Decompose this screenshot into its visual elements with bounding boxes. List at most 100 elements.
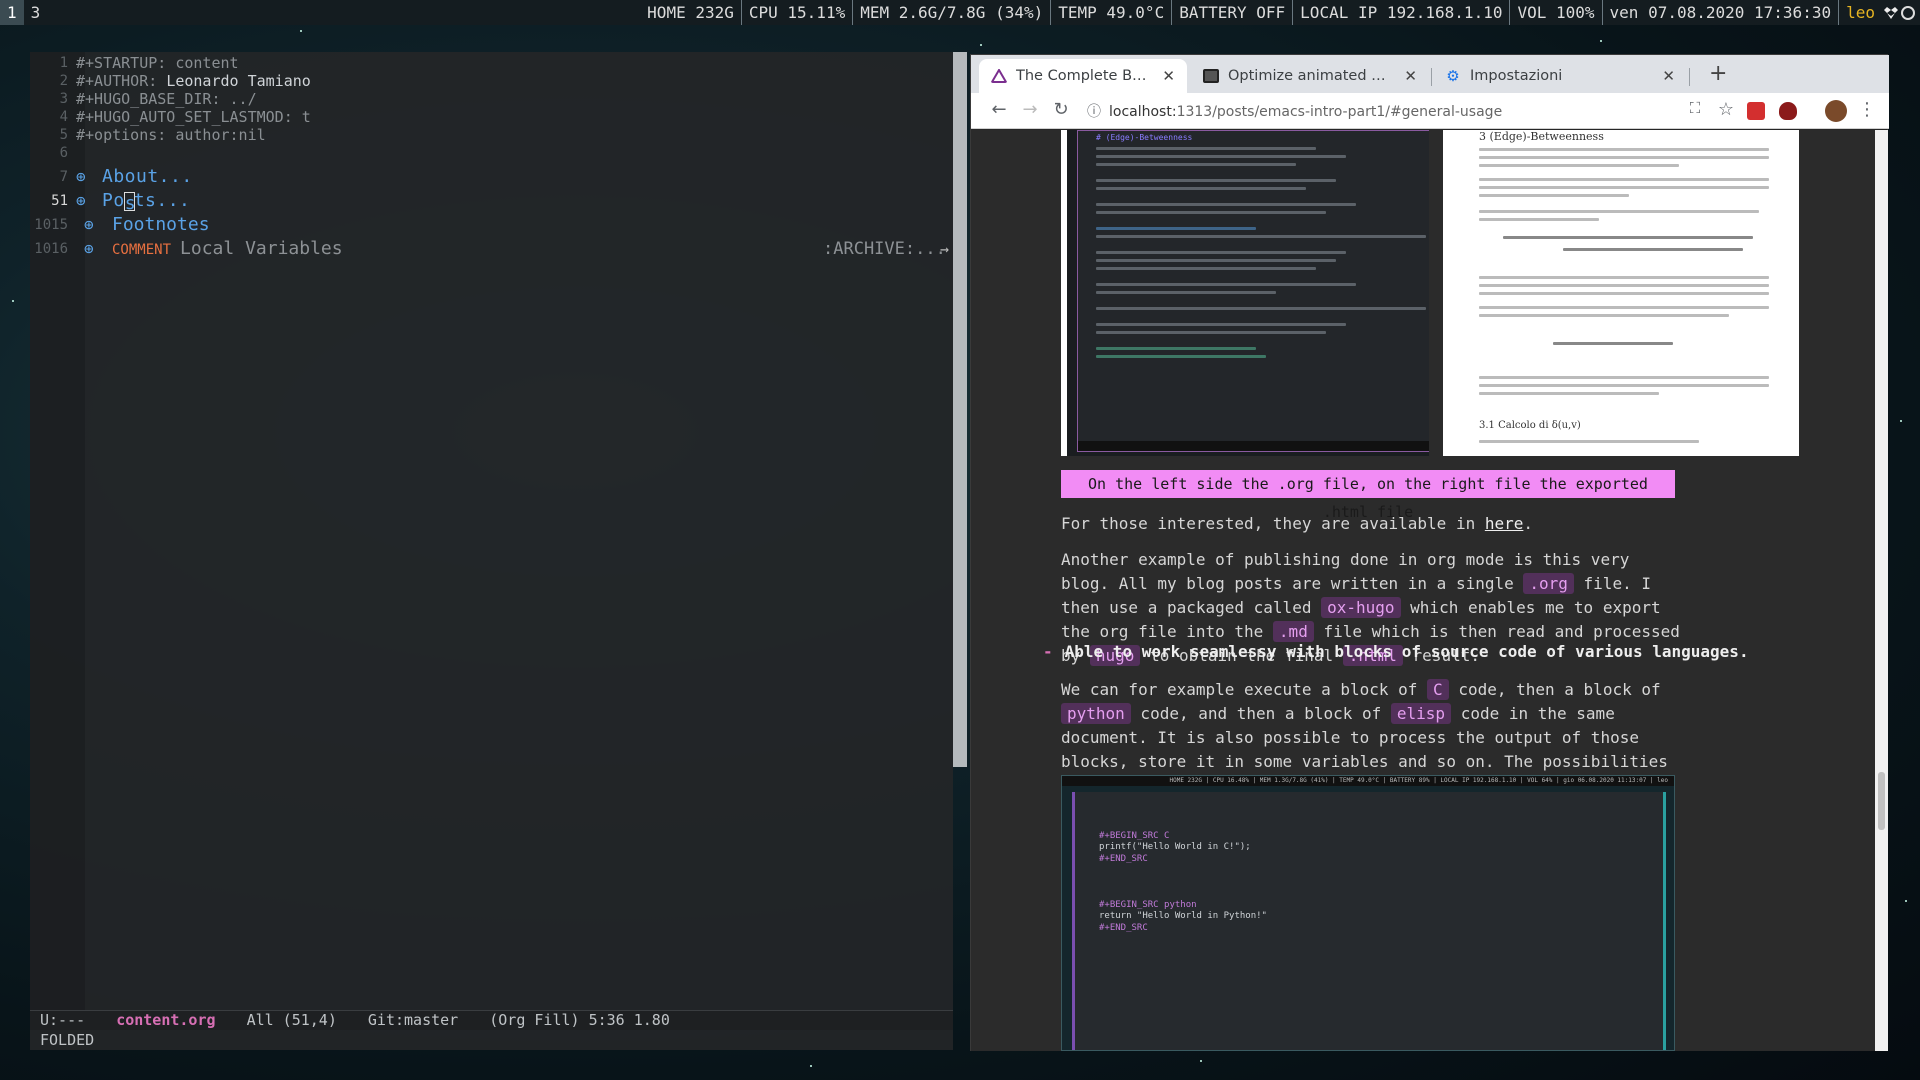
triangle-icon — [991, 69, 1007, 83]
org-keyword: #+AUTHOR: — [76, 72, 158, 90]
buffer-name[interactable]: content.org — [116, 1011, 215, 1029]
username: leo — [1838, 0, 1882, 25]
archive-tag: :ARCHIVE:... — [823, 239, 946, 259]
cpu-stat: CPU 15.11% — [740, 0, 852, 25]
git-branch[interactable]: Git:master — [368, 1011, 458, 1029]
line-number: 5 — [59, 127, 68, 143]
inline-code: elisp — [1390, 703, 1452, 724]
comment-keyword: COMMENT — [112, 242, 172, 258]
code-line: #+BEGIN_SRC python — [1099, 899, 1197, 910]
menu-icon[interactable]: ⋮ — [1856, 99, 1878, 120]
org-keyword: #+HUGO_AUTO_SET_LASTMOD: — [76, 108, 293, 126]
reload-icon[interactable]: ↻ — [1050, 99, 1072, 120]
close-icon[interactable]: ✕ — [1404, 67, 1417, 85]
paragraph-text: code, then a block of — [1448, 680, 1661, 699]
tab-title: Impostazioni — [1470, 68, 1563, 84]
minibuffer[interactable]: FOLDED — [30, 1031, 94, 1050]
paragraph-text: We can for example execute a block of — [1061, 680, 1428, 699]
inline-code: ox-hugo — [1321, 597, 1401, 618]
forward-icon[interactable]: → — [1019, 99, 1041, 120]
line-number: 6 — [59, 145, 68, 161]
paragraph-text: For those interested, they are available… — [1061, 514, 1485, 533]
org-keyword: #+HUGO_BASE_DIR: — [76, 90, 221, 108]
code-line: return "Hello World in Python!" — [1099, 911, 1267, 921]
org-heading-local-variables[interactable]: 1016 ⊕ COMMENT Local Variables :ARCHIVE:… — [30, 238, 953, 260]
screenshot-org-file: # (Edge)-Betweenness — [1061, 130, 1429, 456]
org-value: author:nil — [175, 126, 266, 144]
heading-bullet-icon: ⊕ — [84, 215, 94, 234]
tab-complete-beginners[interactable]: The Complete Beginners ✕ — [979, 59, 1187, 93]
heading-text: Local Variables — [180, 238, 343, 259]
address-bar[interactable]: ⓘ localhost:1313/posts/emacs-intro-part1… — [1083, 98, 1707, 126]
list-item: - Able to work seamlessy with blocks of s… — [1043, 642, 1749, 661]
tab-optimize-gif[interactable]: Optimize animated GIF - n ✕ — [1191, 59, 1429, 93]
heading-bullet-icon: ⊕ — [84, 239, 94, 258]
inline-code: C — [1427, 679, 1449, 700]
avatar[interactable] — [1825, 100, 1847, 122]
workspace-1[interactable]: 1 — [0, 0, 24, 25]
new-tab-button[interactable]: + — [1709, 61, 1727, 86]
settings-icon: ⚙ — [1446, 67, 1460, 85]
line-number: 7 — [59, 169, 68, 185]
scrollbar-thumb[interactable] — [1878, 772, 1885, 830]
system-stats: HOME 232G CPU 15.11% MEM 2.6G/7.8G (34%)… — [640, 0, 1882, 25]
mini-heading: 3 (Edge)-Betweenness — [1479, 130, 1604, 143]
code-line: #+END_SRC — [1099, 853, 1148, 864]
tab-title: The Complete Beginners — [1016, 68, 1155, 84]
mem-stat: MEM 2.6G/7.8G (34%) — [852, 0, 1050, 25]
emacs-scrollbar[interactable] — [953, 52, 967, 767]
tab-strip: The Complete Beginners ✕ Optimize animat… — [971, 55, 1889, 93]
tab-title: Optimize animated GIF - n — [1228, 68, 1396, 84]
inline-code: .md — [1272, 621, 1314, 642]
heading-text: About... — [102, 166, 193, 187]
here-link[interactable]: here — [1485, 514, 1524, 533]
line-number: 3 — [59, 91, 68, 107]
screenshot-source-blocks: HOME 232G | CPU 16.48% | MEM 1.3G/7.8G (… — [1061, 775, 1675, 1051]
org-value: ../ — [229, 90, 257, 108]
mini-status-bar: HOME 232G | CPU 16.48% | MEM 1.3G/7.8G (… — [1062, 776, 1674, 786]
heading-bullet-icon: ⊕ — [76, 167, 86, 186]
line-number: 4 — [59, 109, 68, 125]
back-icon[interactable]: ← — [988, 99, 1010, 120]
emacs-window[interactable]: 1 #+STARTUP: content 2 #+AUTHOR: Leonard… — [30, 52, 953, 1050]
volume-stat: VOL 100% — [1509, 0, 1601, 25]
bookmark-star-icon[interactable]: ☆ — [1715, 99, 1737, 120]
ublock-icon[interactable] — [1779, 102, 1797, 120]
emacs-modeline: U:--- content.org All (51,4) Git:master … — [30, 1010, 953, 1030]
system-tray — [1884, 2, 1918, 23]
dropbox-icon[interactable] — [1884, 6, 1898, 20]
code-line: #+BEGIN_SRC C — [1099, 830, 1170, 841]
page-scrollbar[interactable] — [1875, 130, 1888, 1051]
heading-text: Footnotes — [112, 214, 210, 235]
line-number: 1 — [59, 55, 68, 71]
buffer-state: U:--- — [40, 1011, 86, 1029]
list-bullet: - — [1043, 642, 1053, 661]
close-icon[interactable]: ✕ — [1162, 67, 1175, 85]
info-icon[interactable]: ⓘ — [1087, 98, 1101, 126]
ip-stat: LOCAL IP 192.168.1.10 — [1292, 0, 1509, 25]
extension-icon[interactable] — [1747, 102, 1765, 120]
list-item-text: Able to work seamlessy with blocks of so… — [1064, 642, 1749, 661]
code-line: #+END_SRC — [1099, 922, 1148, 933]
browser-window[interactable]: The Complete Beginners ✕ Optimize animat… — [970, 54, 1889, 1051]
battery-stat: BATTERY OFF — [1171, 0, 1292, 25]
inline-code: .org — [1523, 573, 1574, 594]
close-icon[interactable]: ✕ — [1662, 67, 1675, 85]
url-text: localhost:1313/posts/emacs-intro-part1/#… — [1109, 98, 1502, 126]
page-content[interactable]: # (Edge)-Betweenness 3 (Edge)-Betweennes… — [971, 130, 1875, 1051]
inline-code: python — [1061, 703, 1131, 724]
paragraph-text: . — [1523, 514, 1534, 533]
translate-icon[interactable]: ⛶ — [1684, 99, 1706, 117]
workspace-3[interactable]: 3 — [24, 0, 48, 25]
line-number: 1016 — [34, 241, 68, 257]
code-line: printf("Hello World in C!"); — [1099, 842, 1251, 852]
temp-stat: TEMP 49.0°C — [1050, 0, 1171, 25]
gif-icon — [1203, 69, 1219, 83]
tab-impostazioni[interactable]: ⚙ Impostazioni ✕ — [1433, 59, 1687, 93]
line-number: 51 — [51, 193, 68, 209]
url-host: localhost: — [1109, 104, 1177, 120]
org-value: Leonardo Tamiano — [166, 72, 311, 90]
power-icon[interactable] — [1901, 5, 1915, 20]
